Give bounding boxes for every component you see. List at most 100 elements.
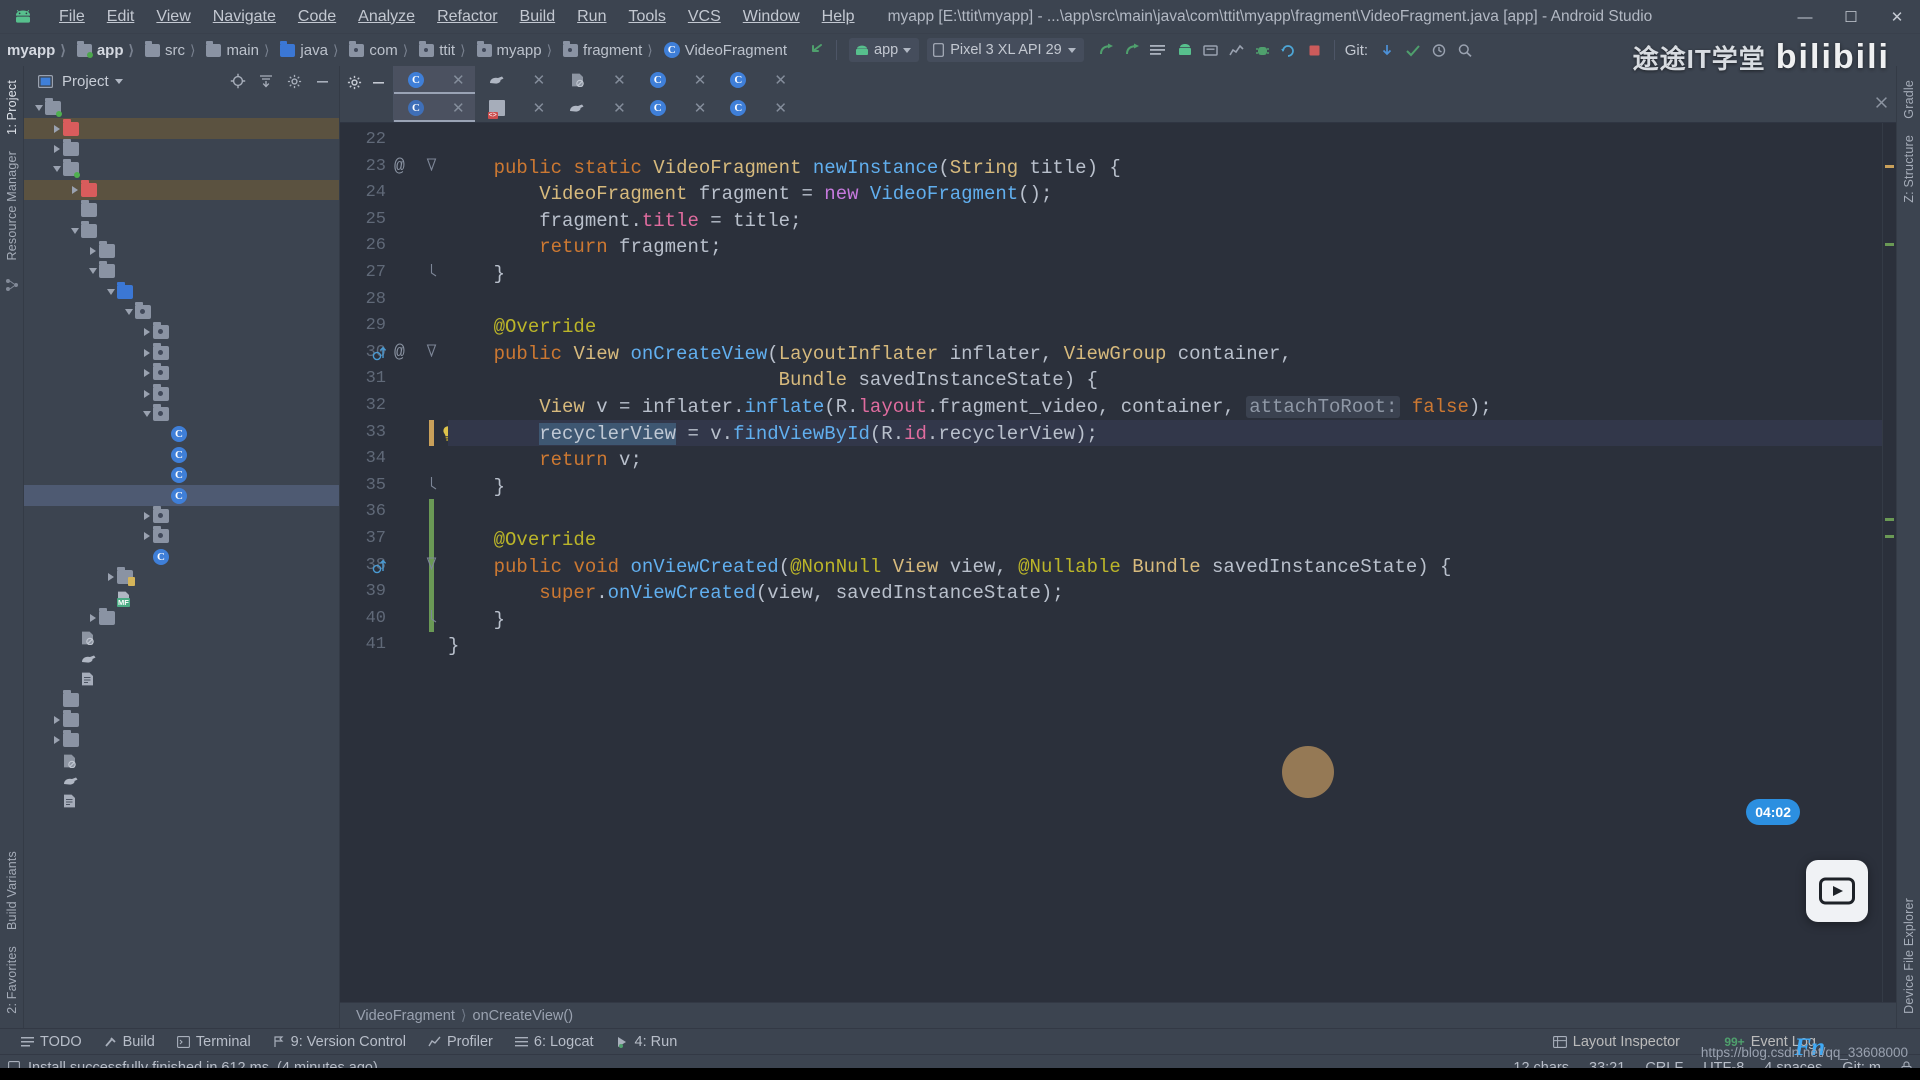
collapse-arrow-icon[interactable]	[68, 227, 81, 234]
collapse-arrow-icon[interactable]	[86, 268, 99, 275]
maximize-button[interactable]: ☐	[1828, 0, 1874, 34]
profiler-icon[interactable]	[1224, 37, 1250, 63]
tree-item-idea[interactable]	[24, 138, 339, 159]
menu-analyze[interactable]: Analyze	[347, 4, 426, 30]
annotation-gutter-icon[interactable]: @	[394, 343, 405, 363]
tree-item-com-ttit-myapp[interactable]	[24, 302, 339, 322]
run-configuration-selector[interactable]: app	[849, 38, 920, 62]
sync-gradle-icon[interactable]	[1276, 37, 1302, 63]
expand-arrow-icon[interactable]	[140, 512, 153, 520]
editor-tab-apiconfig-java[interactable]: C ✕	[716, 94, 797, 122]
tree-item-build-gradle[interactable]	[24, 649, 339, 669]
tree-item-adapter[interactable]	[24, 342, 339, 363]
git-update-icon[interactable]	[1374, 37, 1400, 63]
avd-manager-icon[interactable]	[1172, 37, 1198, 63]
close-tab-icon[interactable]: ✕	[694, 71, 707, 89]
menu-view[interactable]: View	[145, 4, 201, 30]
collapse-arrow-icon[interactable]	[104, 288, 117, 295]
tree-item-proguard-rules-pro[interactable]	[24, 669, 339, 689]
error-stripe[interactable]	[1882, 123, 1896, 1002]
tree-item-entity[interactable]	[24, 383, 339, 403]
run-icon[interactable]	[1094, 37, 1120, 63]
editor-breadcrumb[interactable]: VideoFragment ⟩ onCreateView()	[340, 1002, 1896, 1028]
fold-collapse-icon[interactable]	[426, 344, 437, 357]
tree-item-androidtest[interactable]	[24, 240, 339, 261]
breadcrumb-item-myapp[interactable]: myapp ⟩	[4, 40, 74, 61]
tree-item-java[interactable]	[24, 281, 339, 302]
tree-item-build[interactable]	[24, 179, 339, 200]
menu-edit[interactable]: Edit	[96, 4, 146, 30]
menu-list-icon[interactable]	[1146, 37, 1172, 63]
settings-gear-icon[interactable]	[283, 70, 305, 92]
expand-arrow-icon[interactable]	[50, 124, 63, 133]
fold-collapse-icon[interactable]	[426, 557, 437, 570]
expand-arrow-icon[interactable]	[86, 246, 99, 255]
tool-window-terminal[interactable]: Terminal	[166, 1032, 262, 1052]
tree-item-androidmanifest-xml[interactable]: MF	[24, 587, 339, 607]
close-all-tabs-icon[interactable]	[1866, 66, 1896, 122]
close-tab-icon[interactable]: ✕	[774, 99, 787, 117]
menu-tools[interactable]: Tools	[617, 4, 676, 30]
close-button[interactable]: ✕	[1874, 0, 1920, 34]
floating-play-button[interactable]	[1806, 860, 1868, 922]
expand-arrow-icon[interactable]	[104, 573, 117, 582]
git-history-icon[interactable]	[1426, 37, 1452, 63]
breadcrumb-item-main[interactable]: main ⟩	[203, 40, 277, 61]
structure-rail-icon[interactable]	[5, 278, 19, 292]
expand-arrow-icon[interactable]	[86, 613, 99, 622]
expand-arrow-icon[interactable]	[50, 715, 63, 724]
editor-tab-build-gradle-myapp[interactable]: ✕	[475, 66, 556, 94]
menu-vcs[interactable]: VCS	[677, 4, 732, 30]
hide-editor-icon[interactable]	[368, 71, 390, 93]
close-tab-icon[interactable]: ✕	[694, 99, 707, 117]
tool-window-version-control[interactable]: 9: Version Control	[262, 1032, 417, 1052]
close-tab-icon[interactable]: ✕	[452, 71, 465, 89]
expand-arrow-icon[interactable]	[140, 369, 153, 378]
menu-file[interactable]: File	[48, 4, 96, 30]
menu-build[interactable]: Build	[509, 4, 567, 30]
close-tab-icon[interactable]: ✕	[613, 99, 626, 117]
breadcrumb-item-com[interactable]: com ⟩	[346, 40, 416, 61]
tree-item-activity[interactable]	[24, 322, 339, 342]
tree-item-fragment[interactable]	[24, 404, 339, 424]
expand-arrow-icon[interactable]	[140, 328, 153, 337]
override-method-icon[interactable]	[372, 558, 388, 574]
breadcrumb-item-myapp-pkg[interactable]: myapp ⟩	[474, 40, 561, 61]
tree-item-homefragment[interactable]: C	[24, 445, 339, 465]
breadcrumb-item-videofragment[interactable]: C VideoFragment	[661, 40, 790, 61]
minimize-button[interactable]: —	[1782, 0, 1828, 34]
editor-tab-videoadapter-java[interactable]: C ✕	[716, 66, 797, 94]
rail-item-project[interactable]: 1: Project	[5, 80, 19, 135]
editor-tab-api-java[interactable]: C ✕	[636, 94, 717, 122]
close-tab-icon[interactable]: ✕	[774, 71, 787, 89]
rail-item-favorites[interactable]: 2: Favorites	[5, 946, 19, 1014]
tool-window-run[interactable]: 4: Run	[605, 1032, 689, 1052]
tree-item-api[interactable]	[24, 363, 339, 383]
tree-item-gitignore[interactable]	[24, 751, 339, 771]
vcs-change-marker[interactable]	[429, 526, 434, 553]
attach-debugger-icon[interactable]	[1250, 37, 1276, 63]
rail-item-resource-manager[interactable]: Resource Manager	[5, 151, 19, 261]
project-tree[interactable]: C C C C C MF	[24, 96, 339, 1028]
breadcrumb-item-ttit[interactable]: ttit ⟩	[416, 40, 473, 61]
expand-arrow-icon[interactable]	[50, 144, 63, 153]
sdk-manager-icon[interactable]	[1198, 37, 1224, 63]
menu-window[interactable]: Window	[732, 4, 811, 30]
collapse-arrow-icon[interactable]	[50, 166, 63, 173]
collapse-arrow-icon[interactable]	[140, 411, 153, 418]
tree-item-mainactivity[interactable]: C	[24, 547, 339, 567]
close-tab-icon[interactable]: ✕	[533, 99, 546, 117]
code-content[interactable]: public static VideoFragment newInstance(…	[448, 123, 1882, 1002]
rail-item-build-variants[interactable]: Build Variants	[5, 851, 19, 930]
hide-panel-icon[interactable]	[311, 70, 333, 92]
vcs-change-marker[interactable]	[429, 579, 434, 606]
fold-collapse-icon[interactable]	[426, 158, 437, 171]
code-editor[interactable]: 22 23 @24 25 26 27 28 29 30 @31 32 33 34 35 36 37 38 39 40…	[340, 123, 1896, 1002]
menu-help[interactable]: Help	[811, 4, 866, 30]
tree-item-test[interactable]	[24, 607, 339, 628]
menu-refactor[interactable]: Refactor	[426, 4, 508, 30]
collapse-arrow-icon[interactable]	[32, 105, 45, 112]
menu-code[interactable]: Code	[287, 4, 347, 30]
rail-item-device-file-explorer[interactable]: Device File Explorer	[1902, 898, 1916, 1014]
tree-item-build[interactable]	[24, 689, 339, 709]
